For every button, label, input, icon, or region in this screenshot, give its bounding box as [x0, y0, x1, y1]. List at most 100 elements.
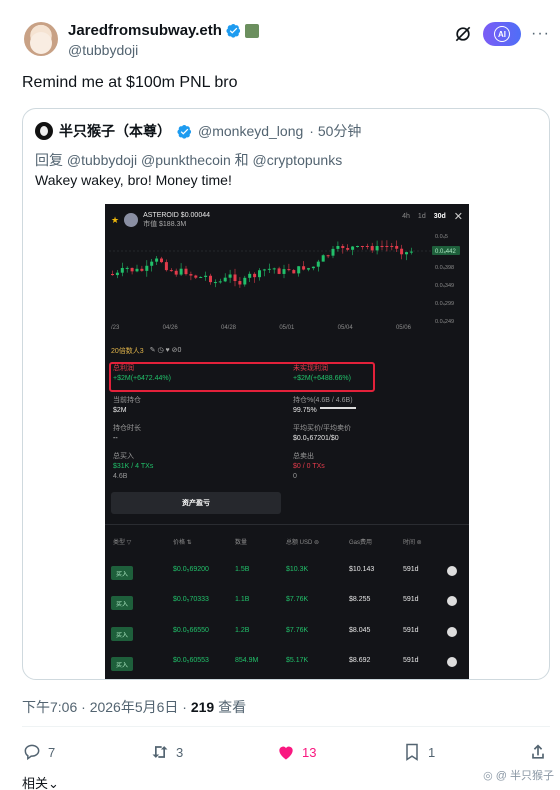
buy-badge: 买入	[111, 657, 133, 671]
candle-body	[370, 246, 374, 251]
token-header: ★ ASTEROID $0.00044 市值 $188.3M	[111, 210, 210, 230]
candle-body	[218, 281, 222, 283]
action-bar: 7 3 13 1	[22, 742, 550, 764]
quoted-tweet[interactable]: 半只猴子（本尊） @monkeyd_long · 50分钟 回复 @tubbyd…	[22, 108, 550, 680]
candle-body	[365, 246, 369, 247]
total-buy-label: 总买入	[113, 453, 134, 460]
candle-body	[115, 272, 119, 276]
holding-pct-label: 持仓%(4.6B / 4.6B)	[293, 397, 353, 404]
x-tick-label: 05/01	[279, 325, 295, 331]
candle-body	[351, 246, 355, 250]
candle-body	[316, 261, 320, 267]
timeframe-tabs: 4h 1d 30d ✕	[402, 210, 463, 223]
more-options-icon[interactable]: ···	[531, 25, 550, 43]
token-mcap: 市值 $188.3M	[143, 221, 187, 228]
repost-button[interactable]: 3	[150, 742, 183, 762]
candle-body	[356, 246, 359, 247]
candle-body	[135, 268, 139, 272]
like-button[interactable]: 13	[276, 742, 316, 762]
candle-body	[174, 270, 178, 275]
embedded-trading-screenshot[interactable]: ★ ASTEROID $0.00044 市值 $188.3M 4h 1d 30d…	[105, 204, 469, 679]
candle-body	[336, 246, 340, 249]
author-handle[interactable]: @tubbydoji	[68, 42, 138, 58]
col-header-qty: 数量	[235, 540, 248, 546]
candle-body	[341, 246, 345, 249]
row-qty: 1.2B	[235, 627, 250, 634]
close-icon: ✕	[453, 211, 463, 223]
quote-time: · 50分钟	[309, 123, 362, 139]
total-sell-sub: 0	[293, 473, 297, 480]
tx-link-icon	[447, 566, 457, 576]
star-icon: ★	[111, 214, 120, 225]
profile-badge-icon	[244, 23, 259, 38]
candle-body	[360, 246, 364, 247]
candles	[111, 240, 413, 288]
candle-body	[385, 246, 389, 247]
watermark: ◎ @ 半只猴子	[483, 770, 554, 782]
view-count: 219	[190, 699, 215, 715]
reply-button[interactable]: 7	[22, 742, 55, 762]
candle-body	[267, 268, 271, 270]
candle-body	[287, 269, 291, 271]
related-link[interactable]: 相关⌄	[22, 773, 59, 790]
repost-icon	[152, 746, 168, 758]
quote-reply-line: 回复 @tubbydoji @punkthecoin 和 @cryptopunk…	[35, 152, 343, 168]
avatar[interactable]	[24, 22, 58, 56]
share-button[interactable]	[528, 742, 548, 762]
like-count: 13	[302, 744, 317, 760]
y-tick-label: 0.0₄249	[435, 319, 454, 325]
tweet-timestamp[interactable]: 下午7:06 · 2026年5月6日 ·	[22, 699, 191, 715]
col-header-time: 时间 ⊚	[403, 540, 422, 546]
y-tick-label: 0.0₄398	[435, 265, 454, 271]
candle-body	[209, 275, 212, 283]
candle-body	[258, 270, 261, 278]
hold-time-value: --	[113, 435, 118, 442]
holding-bar	[320, 407, 356, 409]
x-tick-label: 05/04	[337, 325, 353, 331]
verified-badge-icon	[177, 124, 192, 139]
quote-author-name[interactable]: 半只猴子（本尊）	[59, 121, 171, 141]
row-gas: $8.692	[349, 657, 371, 664]
avg-label: 平均买价/平均卖价	[293, 425, 351, 432]
total-sell-label: 总卖出	[293, 453, 314, 460]
row-total: $10.3K	[286, 566, 309, 573]
y-tick-label: 0.0₄299	[435, 301, 454, 307]
bookmark-button[interactable]: 1	[402, 742, 435, 762]
ai-button[interactable]: AI	[483, 22, 522, 46]
slash-circle-icon[interactable]	[453, 24, 473, 44]
table-row: 买入 $0.0₅66550 1.2B $7.76K $8.045 591d	[105, 622, 469, 642]
candle-body	[292, 270, 296, 274]
row-qty: 854.9M	[235, 657, 259, 664]
unrealized-value: +$2M(+6488.66%)	[293, 375, 351, 382]
col-header-total: 总额 USD ⊚	[286, 540, 320, 546]
quote-avatar[interactable]	[35, 122, 53, 140]
author-name[interactable]: Jaredfromsubway.eth	[68, 22, 222, 39]
total-profit-label: 总利润	[113, 365, 134, 372]
col-header-type: 类型 ▽	[113, 540, 132, 546]
x-tick-label: 04/26	[162, 325, 178, 331]
price-chart: 0.0₄442 0.0₄5 0.0₄398 0.0₄349 0.0₄299 0.…	[109, 234, 460, 325]
bookmark-count: 1	[428, 744, 436, 760]
candle-body	[326, 255, 330, 257]
quote-header: 半只猴子（本尊） @monkeyd_long · 50分钟	[35, 121, 361, 141]
candle-body	[184, 268, 188, 275]
buy-badge: 买入	[111, 627, 133, 641]
candle-body	[213, 282, 217, 284]
row-gas: $10.143	[349, 566, 375, 573]
candle-body	[160, 258, 163, 263]
quote-author-handle[interactable]: @monkeyd_long	[198, 123, 303, 139]
row-gas: $8.045	[349, 627, 371, 634]
candle-body	[243, 277, 247, 285]
bookmark-icon	[406, 743, 418, 761]
col-header-gas: Gas费用	[349, 540, 373, 546]
candle-body	[380, 246, 384, 247]
candle-body	[302, 266, 306, 270]
quote-text: Wakey wakey, bro! Money time!	[35, 172, 232, 188]
total-profit: 总利润 +$2M(+6472.44%)	[113, 364, 171, 384]
price-tag: 0.0₄442	[435, 249, 456, 255]
tab-4h: 4h	[402, 213, 410, 220]
candle-body	[262, 269, 266, 271]
candle-body	[189, 274, 193, 276]
tweet-meta: 下午7:06 · 2026年5月6日 · 219 查看	[22, 697, 246, 717]
total-buy-value: $31K / 4 TXs	[113, 463, 154, 470]
